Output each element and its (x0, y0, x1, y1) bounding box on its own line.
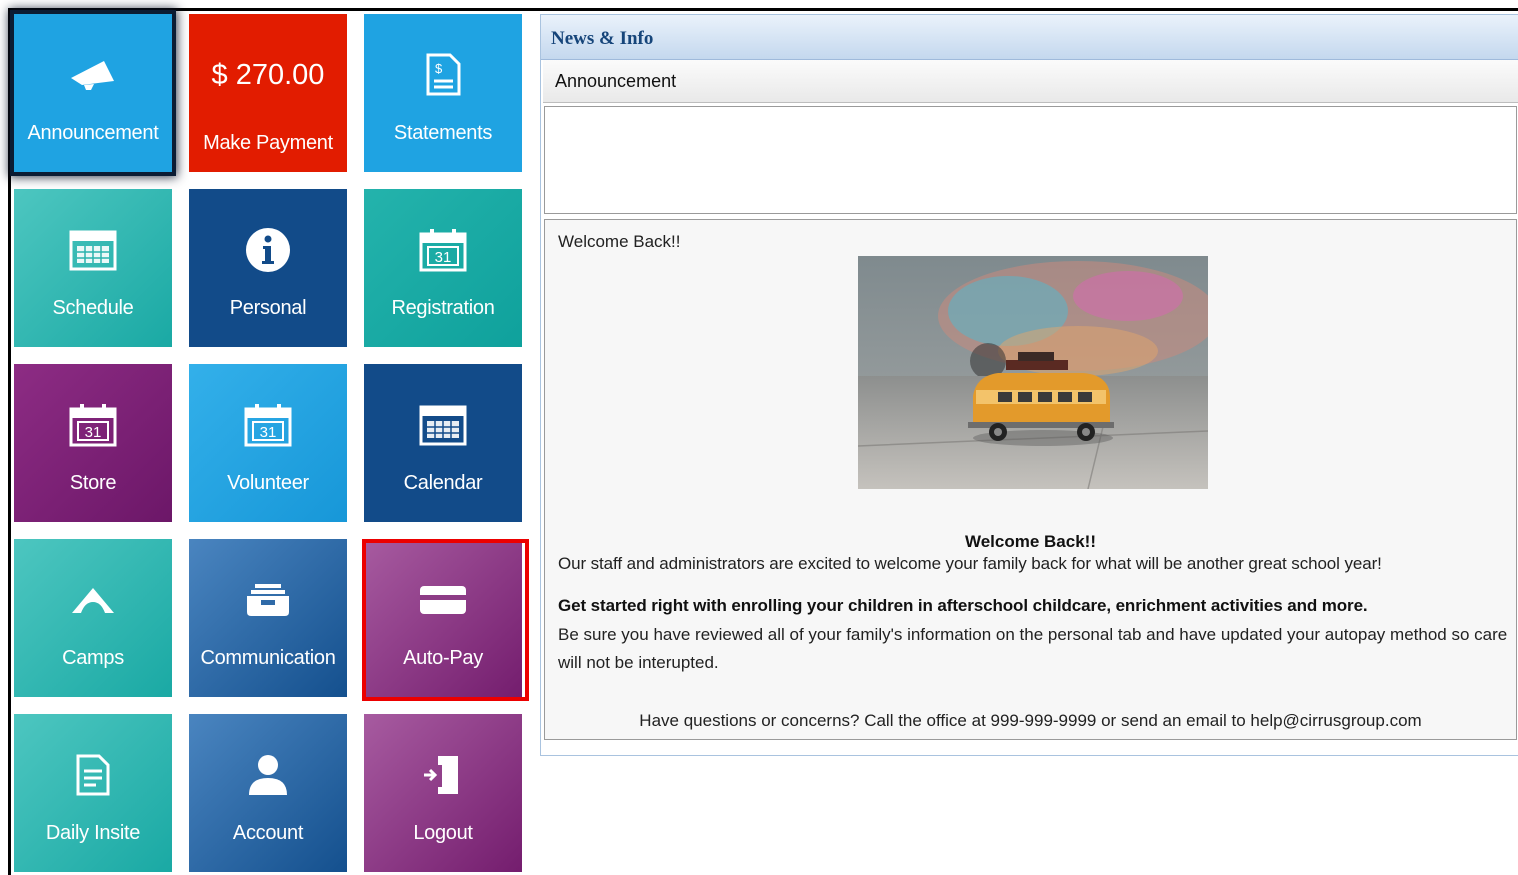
user-icon (189, 752, 347, 798)
calendar-31-icon: 31 (364, 227, 522, 273)
inbox-tray-icon (189, 577, 347, 623)
tent-icon (14, 577, 172, 623)
tile-label: Logout (413, 822, 473, 844)
tile-store[interactable]: 31 Store (14, 364, 172, 522)
tile-label: Statements (393, 122, 493, 144)
tile-schedule[interactable]: Schedule (14, 189, 172, 347)
announcement-heading: Welcome Back!! (964, 532, 1096, 551)
document-dollar-icon: $ (364, 52, 522, 98)
tile-label: Volunteer (227, 472, 309, 494)
tile-label: Calendar (403, 472, 483, 494)
announcement-section-header: Announcement (543, 60, 1518, 103)
tile-daily-insite[interactable]: Daily Insite (14, 714, 172, 872)
tile-registration[interactable]: 31 Registration (364, 189, 522, 347)
news-info-panel: News & Info Announcement Welcome Back!! (540, 14, 1518, 756)
tile-label: Registration (391, 297, 495, 319)
calendar-grid-icon (14, 227, 172, 273)
balance-amount: $ 270.00 (211, 59, 325, 91)
tile-volunteer[interactable]: 31 Volunteer (189, 364, 347, 522)
tile-calendar[interactable]: Calendar (364, 364, 522, 522)
announcement-image (858, 256, 1208, 489)
tile-label: Personal (229, 297, 307, 319)
tile-label: Camps (62, 647, 124, 669)
tile-statements[interactable]: $ Statements (364, 14, 522, 172)
info-icon (189, 227, 347, 273)
tile-label: Communication (200, 647, 336, 669)
section-title: Announcement (555, 71, 677, 91)
frame-top-border (8, 8, 1518, 11)
tile-make-payment[interactable]: $ 270.00 Make Payment (189, 14, 347, 172)
announcement-paragraph-2: Get started right with enrolling your ch… (558, 596, 1368, 615)
announcement-greeting: Welcome Back!! (558, 232, 681, 251)
svg-text:31: 31 (435, 249, 452, 266)
announcement-paragraph-3: Be sure you have reviewed all of your fa… (558, 625, 1508, 672)
megaphone-icon (14, 52, 172, 98)
frame-left-border (8, 8, 11, 875)
panel-header: News & Info (541, 15, 1518, 60)
svg-text:31: 31 (260, 424, 277, 441)
svg-text:$: $ (435, 61, 443, 76)
tile-announcement[interactable]: Announcement (14, 14, 172, 172)
calendar-grid-icon (364, 402, 522, 448)
svg-text:31: 31 (85, 424, 102, 441)
tile-camps[interactable]: Camps (14, 539, 172, 697)
panel-title: News & Info (551, 28, 654, 49)
announcement-content: Welcome Back!! Welcome Back!! Our staff … (544, 219, 1517, 740)
tile-communication[interactable]: Communication (189, 539, 347, 697)
tile-label: Announcement (27, 122, 159, 144)
tile-label: Daily Insite (45, 822, 141, 844)
announcement-paragraph-1: Our staff and administrators are excited… (558, 554, 1382, 573)
autopay-highlight-box (362, 539, 529, 701)
document-icon (14, 752, 172, 798)
announcement-blank-box (544, 106, 1517, 214)
tile-label: Account (232, 822, 304, 844)
calendar-31-icon: 31 (189, 402, 347, 448)
tile-logout[interactable]: Logout (364, 714, 522, 872)
tile-account[interactable]: Account (189, 714, 347, 872)
tile-label: Schedule (52, 297, 134, 319)
announcement-contact: Have questions or concerns? Call the off… (639, 711, 1422, 730)
tile-personal[interactable]: Personal (189, 189, 347, 347)
calendar-31-icon: 31 (14, 402, 172, 448)
tile-label: Make Payment (203, 132, 333, 154)
door-exit-icon (364, 752, 522, 798)
tile-label: Store (69, 472, 117, 494)
